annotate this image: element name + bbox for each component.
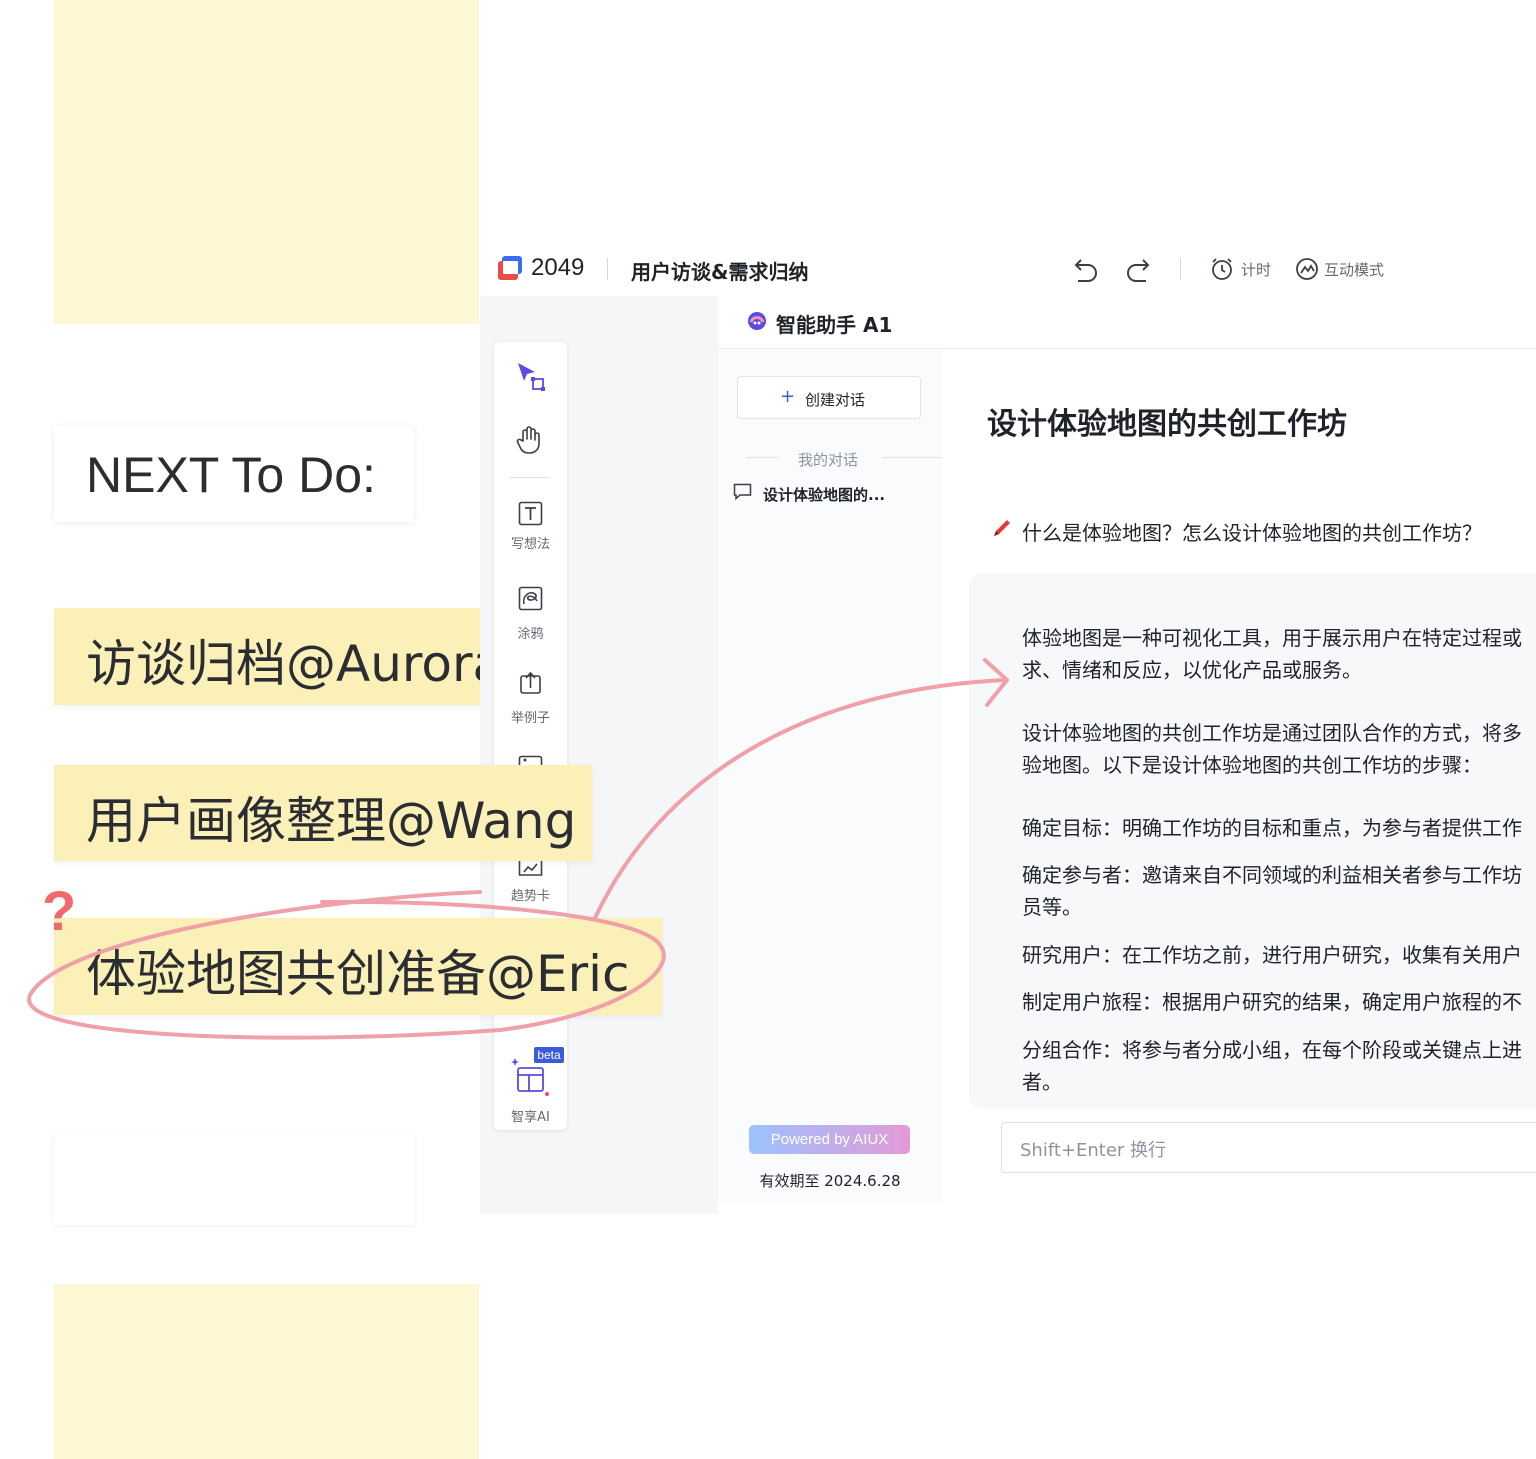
task-label: 用户画像整理@Wang [86, 792, 577, 850]
tool-trend-card[interactable]: 趋势卡 [494, 885, 567, 904]
answer-line: 者。 [1022, 1070, 1062, 1094]
task-card-eric[interactable]: 体验地图共创准备@Eric [54, 918, 662, 1015]
ai-layout-icon[interactable] [509, 1056, 553, 1098]
undo-icon[interactable] [1070, 256, 1100, 282]
board-title[interactable]: 用户访谈&需求归纳 [631, 256, 808, 285]
task-card-wang[interactable]: 用户画像整理@Wang [54, 765, 592, 861]
app-number: 2049 [531, 254, 585, 281]
answer-line: 确定参与者：邀请来自不同领域的利益相关者参与工作坊 [1022, 863, 1522, 887]
chat-input[interactable]: Shift+Enter 换行 [1001, 1122, 1536, 1173]
answer-line: 求、情绪和反应，以优化产品或服务。 [1022, 658, 1362, 682]
doodle-icon[interactable] [518, 586, 543, 611]
conversation-item[interactable]: 设计体验地图的... [763, 484, 885, 505]
answer-line: 体验地图是一种可视化工具，用于展示用户在特定过程或 [1022, 626, 1522, 650]
timer-button[interactable]: 计时 [1241, 259, 1271, 280]
next-todo-title: NEXT To Do: [86, 447, 376, 503]
question-mark-annotation: ? [42, 879, 77, 942]
select-cursor-icon[interactable] [515, 361, 547, 393]
valid-until-text: 有效期至 2024.6.28 [759, 1172, 901, 1190]
tool-example[interactable]: 举例子 [494, 707, 567, 726]
image-tool-icon[interactable] [518, 755, 543, 765]
answer-line: 设计体验地图的共创工作坊是通过团队合作的方式，将多 [1022, 721, 1522, 745]
chat-bubble-icon [733, 483, 752, 500]
create-conversation-label: 创建对话 [805, 391, 866, 409]
answer-line: 分组合作：将参与者分成小组，在每个阶段或关键点上进 [1022, 1038, 1522, 1062]
interactive-mode-button[interactable]: 互动模式 [1324, 259, 1384, 280]
answer-line: 验地图。以下是设计体验地图的共创工作坊的步骤： [1022, 753, 1482, 777]
divider [1180, 258, 1181, 280]
tool-ai[interactable]: 智享AI [494, 1106, 567, 1125]
app-logo-icon [498, 256, 522, 280]
text-icon[interactable] [518, 501, 543, 526]
pencil-icon [994, 520, 1010, 536]
answer-line: 确定目标：明确工作坊的目标和重点，为参与者提供工作 [1022, 816, 1522, 840]
alarm-clock-icon[interactable] [1210, 257, 1234, 281]
answer-line: 制定用户旅程：根据用户研究的结果，确定用户旅程的不 [1022, 990, 1522, 1014]
divider [607, 258, 608, 280]
assistant-title: 智能助手 A1 [776, 313, 893, 337]
divider [746, 457, 778, 458]
conversation-sidebar [718, 349, 942, 1202]
answer-line: 研究用户：在工作坊之前，进行用户研究，收集有关用户 [1022, 943, 1522, 967]
toolbar-ai-section [494, 1040, 567, 1041]
chat-input-placeholder: Shift+Enter 换行 [1020, 1140, 1167, 1161]
create-conversation-button[interactable]: + 创建对话 [737, 376, 921, 419]
task-label: 访谈归档@Aurora [86, 635, 504, 693]
tool-write-idea[interactable]: 写想法 [494, 533, 567, 552]
task-label: 体验地图共创准备@Eric [86, 945, 630, 1003]
chat-title: 设计体验地图的共创工作坊 [987, 407, 1347, 442]
plus-icon: + [780, 386, 796, 407]
my-conversations-heading: 我的对话 [798, 451, 859, 469]
blank-card[interactable] [54, 1132, 414, 1225]
redo-icon[interactable] [1124, 256, 1154, 282]
trend-card-icon[interactable] [518, 861, 543, 877]
tool-doodle[interactable]: 涂鸦 [494, 623, 567, 642]
interactive-mode-icon[interactable] [1295, 257, 1319, 281]
hand-icon[interactable] [514, 424, 546, 456]
user-question: 什么是体验地图？怎么设计体验地图的共创工作坊？ [1022, 521, 1482, 545]
sticky-note-top[interactable] [54, 0, 479, 324]
bot-avatar-icon [748, 312, 766, 330]
upload-example-icon[interactable] [518, 670, 543, 695]
divider [882, 457, 942, 458]
task-card-aurora[interactable]: 访谈归档@Aurora [54, 608, 520, 705]
next-todo-card[interactable]: NEXT To Do: [54, 426, 414, 522]
powered-by-badge: Powered by AIUX [749, 1125, 910, 1154]
answer-line: 员等。 [1022, 895, 1082, 919]
toolbar-divider [510, 477, 550, 478]
sticky-note-bottom[interactable] [54, 1284, 479, 1459]
